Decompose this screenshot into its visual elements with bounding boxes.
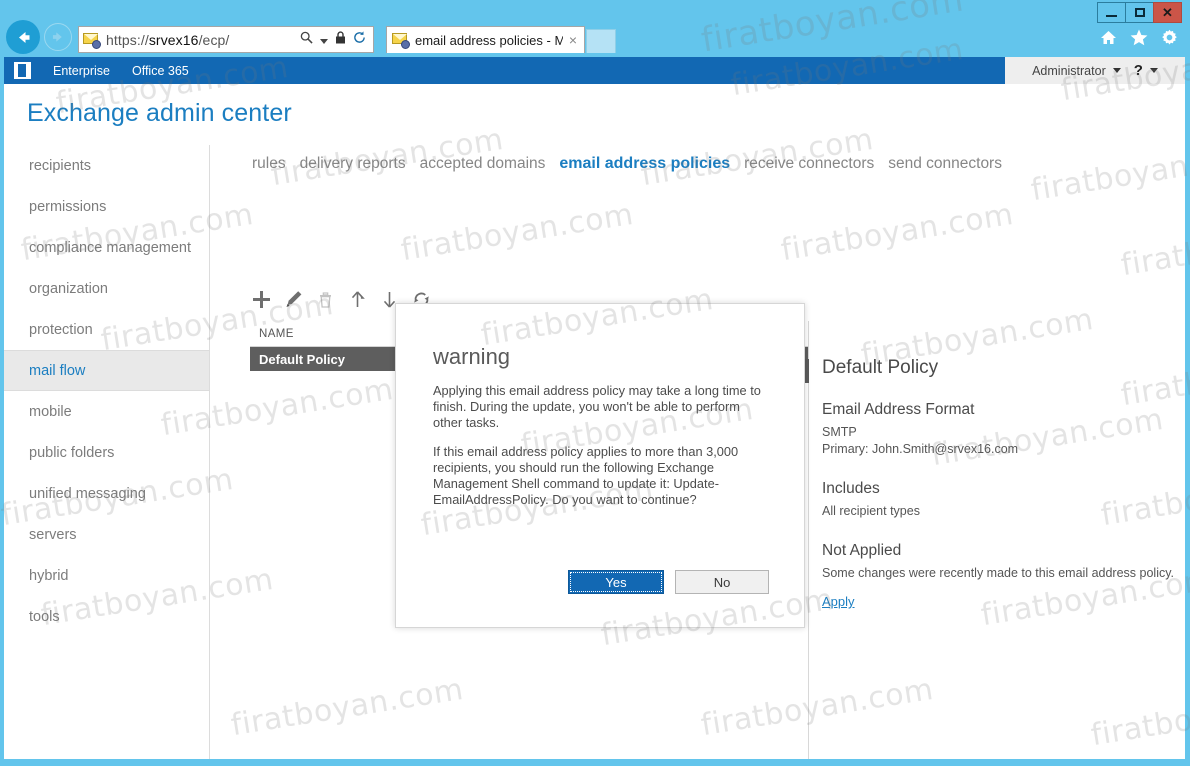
detail-text-smtp: SMTP [822,425,857,439]
address-bar-url: https://srvex16/ecp/ [106,31,230,48]
site-favicon-icon [83,32,101,49]
no-button[interactable]: No [675,570,769,594]
tab-rules[interactable]: rules [252,155,286,173]
detail-heading-not-applied: Not Applied [822,542,902,559]
browser-tab[interactable]: email address policies - Mic... × [386,26,585,53]
chevron-down-icon[interactable] [320,31,328,49]
sidebar-item-protection[interactable]: protection [4,309,209,350]
close-button[interactable]: ✕ [1153,2,1182,23]
minimize-button[interactable] [1097,2,1126,23]
suite-link-office365[interactable]: Office 365 [132,64,189,78]
sidebar-item-recipients[interactable]: recipients [4,145,209,186]
back-button[interactable] [6,20,40,54]
edit-pencil-icon[interactable] [284,290,304,310]
tab-favicon-icon [392,33,410,49]
scrollbar-thumb[interactable] [805,359,809,383]
detail-title: Default Policy [822,357,939,378]
dialog-paragraph-2: If this email address policy applies to … [433,444,739,507]
detail-heading-email-address-format: Email Address Format [822,401,975,418]
admin-account-label[interactable]: Administrator [1032,64,1106,78]
sidebar-item-hybrid[interactable]: hybrid [4,555,209,596]
detail-heading-includes: Includes [822,480,880,497]
add-icon[interactable] [252,290,272,310]
page-content: Enterprise Office 365 Administrator ? Ex… [4,57,1185,759]
star-icon[interactable] [1130,29,1148,51]
detail-text-recipient-types: All recipient types [822,504,920,518]
chevron-down-icon[interactable] [1149,68,1158,73]
move-up-arrow-icon[interactable] [348,290,368,310]
chevron-down-icon[interactable] [1112,68,1121,73]
sidebar-item-public-folders[interactable]: public folders [4,432,209,473]
window-controls: ✕ [1097,2,1182,23]
forward-arrow-icon [52,32,62,42]
tab-title: email address policies - Mic... [415,32,563,48]
detail-text-recent-changes: Some changes were recently made to this … [822,566,1175,580]
sidebar-item-mail-flow[interactable]: mail flow [4,350,209,391]
sidebar-item-compliance-management[interactable]: compliance management [4,227,209,268]
sidebar-item-organization[interactable]: organization [4,268,209,309]
browser-window: https://srvex16/ecp/ email address polic… [0,0,1190,766]
sidebar-item-mobile[interactable]: mobile [4,391,209,432]
sidebar-item-unified-messaging[interactable]: unified messaging [4,473,209,514]
apply-link[interactable]: Apply [822,594,855,609]
page-title: Exchange admin center [27,99,292,127]
refresh-icon[interactable] [353,30,366,49]
sidebar-item-servers[interactable]: servers [4,514,209,555]
yes-button[interactable]: Yes [568,570,664,594]
suite-link-enterprise[interactable]: Enterprise [53,64,110,78]
tab-accepted-domains[interactable]: accepted domains [420,155,546,173]
suite-bar-right: Administrator ? [1005,57,1185,84]
detail-text-primary-address: Primary: John.Smith@srvex16.com [822,442,1019,456]
address-bar[interactable]: https://srvex16/ecp/ [78,26,374,53]
home-icon[interactable] [1100,30,1117,50]
tab-delivery-reports[interactable]: delivery reports [300,155,406,173]
back-arrow-icon [18,31,29,43]
sidebar-item-permissions[interactable]: permissions [4,186,209,227]
office365-suite-bar: Enterprise Office 365 Administrator ? [4,57,1185,84]
panel-divider [808,321,809,759]
gear-icon[interactable] [1161,29,1178,51]
browser-title-bar: https://srvex16/ecp/ email address polic… [0,0,1190,57]
browser-toolbar-icons [1100,29,1178,51]
detail-pane: Default Policy Email Address Format SMTP… [822,357,1182,611]
tab-send-connectors[interactable]: send connectors [888,155,1002,173]
dialog-buttons: Yes No [568,570,769,594]
tab-receive-connectors[interactable]: receive connectors [744,155,874,173]
tab-email-address-policies[interactable]: email address policies [559,155,730,173]
maximize-button[interactable] [1125,2,1154,23]
warning-dialog: warning Applying this email address poli… [395,303,805,628]
dialog-title: warning [433,344,511,369]
lock-icon [335,30,346,49]
forward-button[interactable] [44,23,72,51]
dialog-paragraph-1: Applying this email address policy may t… [433,383,761,430]
search-icon[interactable] [300,31,313,49]
sidebar: recipients permissions compliance manage… [4,145,210,759]
help-button[interactable]: ? [1134,62,1143,79]
office-logo-icon[interactable] [14,62,31,79]
close-icon[interactable]: × [569,32,579,48]
suite-bar-left: Enterprise Office 365 [14,57,189,84]
delete-trash-icon [316,290,336,310]
new-tab-button[interactable] [586,29,616,53]
address-bar-actions [300,30,369,49]
sidebar-item-tools[interactable]: tools [4,596,209,637]
page-tabs: rules delivery reports accepted domains … [252,155,1002,173]
